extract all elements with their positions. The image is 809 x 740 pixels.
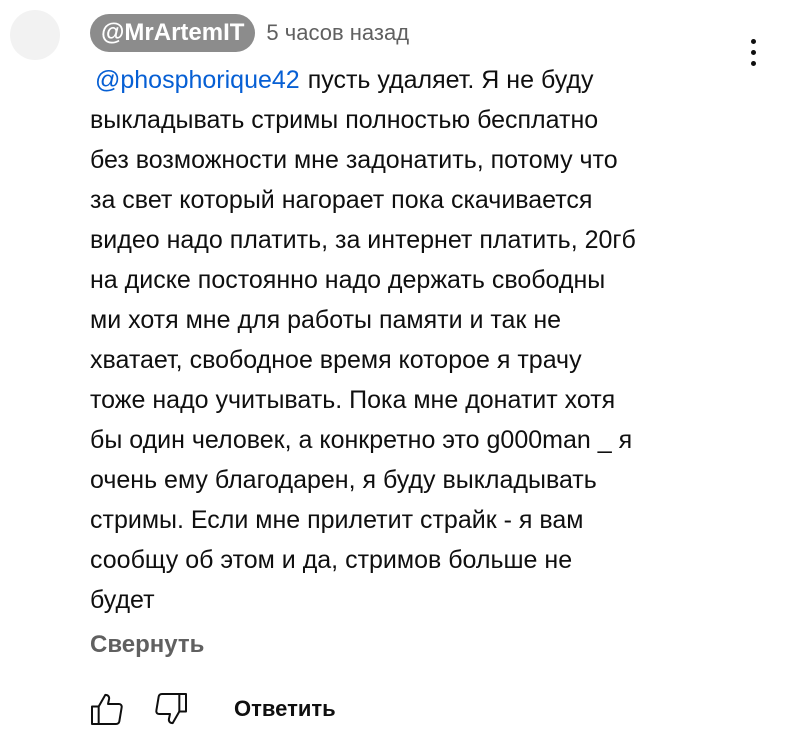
comment-timestamp[interactable]: 5 часов назад xyxy=(266,20,409,46)
thumbs-down-icon xyxy=(155,693,187,725)
comment-menu-button[interactable] xyxy=(733,30,773,74)
comment-line: бы один человек, а конкретно это g000man… xyxy=(90,426,633,454)
collapse-button[interactable]: Свернуть xyxy=(90,631,204,659)
comment-line: стримы. Если мне прилетит страйк - я вам xyxy=(90,506,584,534)
mention-link[interactable]: @phosphorique42 xyxy=(95,66,300,94)
thumbs-up-icon xyxy=(91,693,123,725)
comment-line: ми хотя мне для работы памяти и так не xyxy=(90,306,562,334)
comment-actions: Ответить xyxy=(84,686,336,732)
more-vertical-icon xyxy=(750,38,756,44)
avatar[interactable] xyxy=(10,10,60,60)
comment-header: @MrArtemIT 5 часов назад xyxy=(90,14,409,52)
comment-line: тоже надо учитывать. Пока мне донатит хо… xyxy=(90,386,616,414)
comment-line: выкладывать стримы полностью бесплатно xyxy=(90,106,599,134)
reply-button[interactable]: Ответить xyxy=(234,696,336,722)
comment-line: очень ему благодарен, я буду выкладывать xyxy=(90,466,597,494)
author-name-chip[interactable]: @MrArtemIT xyxy=(90,14,256,52)
like-button[interactable] xyxy=(84,686,130,732)
comment-line: хватает, свободное время которое я трачу xyxy=(90,346,582,374)
comment-line: сообщу об этом и да, стримов больше не xyxy=(90,546,573,574)
comment-line: на диске постоянно надо держать свободны xyxy=(90,266,606,294)
comment-line: видео надо платить, за интернет платить,… xyxy=(90,226,636,254)
comment-line: без возможности мне задонатить, потому ч… xyxy=(90,146,618,174)
comment-line: пусть удаляет. Я не буду xyxy=(307,66,594,94)
comment-text: @phosphorique42 пусть удаляет. Я не буду в… xyxy=(90,60,730,620)
dislike-button[interactable] xyxy=(148,686,194,732)
comment-line: будет xyxy=(90,586,155,614)
comment-line: за свет который нагорает пока скачиваетс… xyxy=(90,186,593,214)
